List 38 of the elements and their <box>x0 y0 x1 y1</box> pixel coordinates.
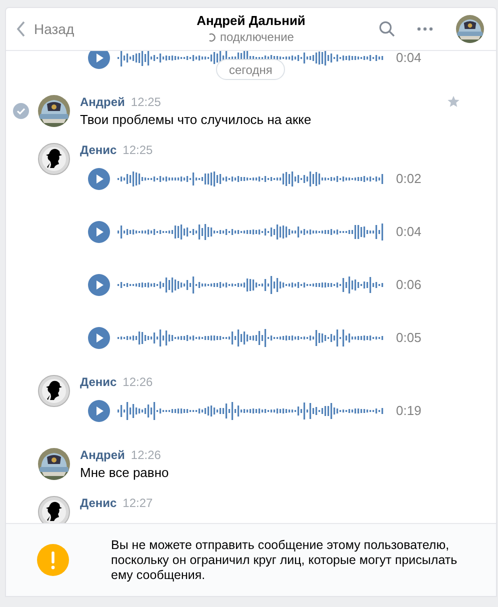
play-button[interactable] <box>88 327 110 349</box>
author-name[interactable]: Денис <box>80 495 117 511</box>
search-icon[interactable] <box>379 21 395 37</box>
voice-duration: 0:02 <box>396 170 422 188</box>
play-button[interactable] <box>88 400 110 422</box>
back-icon <box>16 21 26 37</box>
warning-icon <box>37 544 69 576</box>
voice-duration: 0:04 <box>396 223 422 242</box>
play-button[interactable] <box>88 221 110 243</box>
message-time: 12:25 <box>130 94 161 110</box>
more-icon[interactable] <box>417 27 433 31</box>
star-icon[interactable] <box>447 95 460 108</box>
connection-status: подключение <box>220 30 294 44</box>
play-button[interactable] <box>88 168 110 190</box>
spinner-icon <box>208 32 216 42</box>
message-time: 12:25 <box>122 142 153 158</box>
author-name[interactable]: Денис <box>80 142 117 158</box>
play-button[interactable] <box>88 51 110 69</box>
author-name[interactable]: Андрей <box>80 447 125 463</box>
play-button[interactable] <box>88 274 110 296</box>
message-text: Мне все равно <box>80 465 169 481</box>
message-time: 12:27 <box>122 495 153 511</box>
back-button[interactable]: Назад <box>16 18 74 40</box>
date-badge: сегодня <box>216 59 286 80</box>
author-name[interactable]: Андрей <box>80 94 125 110</box>
voice-duration: 0:04 <box>396 51 422 68</box>
message-time: 12:26 <box>122 374 153 390</box>
voice-duration: 0:06 <box>396 276 422 294</box>
voice-duration: 0:19 <box>396 402 422 420</box>
silhouette-icon <box>38 375 70 407</box>
voice-duration: 0:05 <box>396 329 422 348</box>
message-text: Твои проблемы что случилось на акке <box>80 112 312 128</box>
chat-title: Андрей Дальний <box>196 13 306 29</box>
notice-text: Вы не можете отправить сообщение этому пользователю, поскольку он ограничил круг лиц, которые могут присылать ему сообщения. <box>111 538 458 582</box>
silhouette-icon <box>38 143 70 175</box>
author-name[interactable]: Денис <box>80 374 117 390</box>
message-time: 12:26 <box>130 447 161 463</box>
check-icon[interactable] <box>13 103 29 119</box>
